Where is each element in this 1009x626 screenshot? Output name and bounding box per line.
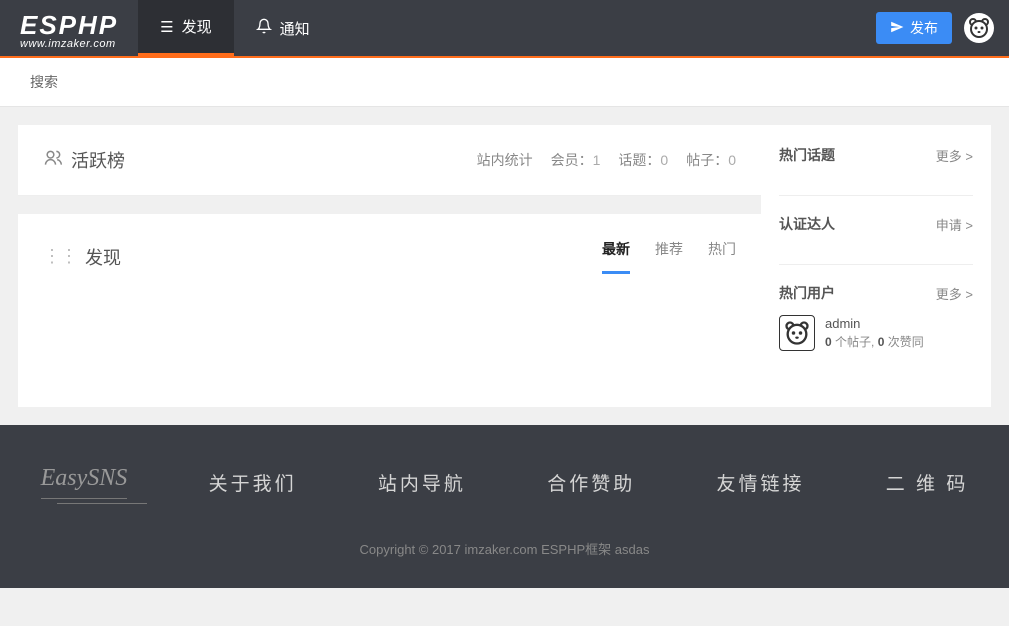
bear-icon xyxy=(967,16,991,40)
nav-item-discover[interactable]: ☰ 发现 xyxy=(138,0,233,56)
main-content: 活跃榜 站内统计 会员：1 话题：0 帖子：0 ⋮⋮ 发现 xyxy=(0,107,1009,425)
footer-link-qrcode[interactable]: 二 维 码 xyxy=(886,469,969,496)
tab-latest[interactable]: 最新 xyxy=(602,239,630,274)
footer: EasySNS 关于我们 站内导航 合作赞助 友情链接 二 维 码 Copyri… xyxy=(0,425,1009,588)
more-link[interactable]: 更多 > xyxy=(936,284,973,303)
sidebar: 热门话题 更多 > 认证达人 申请 > 热门用户 更多 > xyxy=(761,125,991,407)
user-info: admin 0 个帖子, 0 次赞同 xyxy=(825,316,924,350)
publish-label: 发布 xyxy=(910,18,938,38)
nav-item-notify[interactable]: 通知 xyxy=(234,0,332,56)
stats-label: 站内统计 xyxy=(477,150,533,170)
widget-header: 热门用户 更多 > xyxy=(779,283,973,303)
copyright: Copyright © 2017 imzaker.com ESPHP框架 asd… xyxy=(30,539,979,558)
apply-link[interactable]: 申请 > xyxy=(936,215,973,234)
posts-stat: 帖子：0 xyxy=(686,150,736,170)
widget-hot-topics: 热门话题 更多 > xyxy=(779,145,973,196)
site-logo[interactable]: ESPHP www.imzaker.com xyxy=(0,7,138,50)
footer-columns: EasySNS 关于我们 站内导航 合作赞助 友情链接 二 维 码 xyxy=(30,465,979,499)
user-name: admin xyxy=(825,316,924,331)
send-icon xyxy=(890,20,904,37)
panel-title-text: 活跃榜 xyxy=(71,147,125,173)
footer-link-friends[interactable]: 友情链接 xyxy=(716,469,804,496)
members-stat: 会员：1 xyxy=(551,150,601,170)
nav-right: 发布 xyxy=(876,12,994,44)
widget-verified: 认证达人 申请 > xyxy=(779,214,973,265)
footer-link-sponsor[interactable]: 合作赞助 xyxy=(547,469,635,496)
main-column: 活跃榜 站内统计 会员：1 话题：0 帖子：0 ⋮⋮ 发现 xyxy=(18,125,761,407)
topics-stat: 话题：0 xyxy=(618,150,668,170)
discover-tabs: 最新 推荐 热门 xyxy=(602,239,736,274)
list-icon: ☰ xyxy=(160,18,173,36)
user-avatar xyxy=(779,315,815,351)
discover-title: ⋮⋮ 发现 xyxy=(43,244,121,270)
footer-link-sitemap[interactable]: 站内导航 xyxy=(378,469,466,496)
discover-title-text: 发现 xyxy=(85,244,121,270)
users-icon xyxy=(43,148,63,173)
widget-title: 热门话题 xyxy=(779,145,835,165)
publish-button[interactable]: 发布 xyxy=(876,12,952,44)
user-avatar-button[interactable] xyxy=(964,13,994,43)
user-item[interactable]: admin 0 个帖子, 0 次赞同 xyxy=(779,315,973,351)
nav-items: ☰ 发现 通知 xyxy=(138,0,331,56)
tab-hot[interactable]: 热门 xyxy=(708,239,736,274)
widget-header: 认证达人 申请 > xyxy=(779,214,973,234)
discover-body xyxy=(18,274,761,404)
widget-header: 热门话题 更多 > xyxy=(779,145,973,165)
bell-icon xyxy=(256,18,272,38)
bear-icon xyxy=(783,319,811,347)
search-input[interactable]: 搜索 xyxy=(30,74,58,90)
logo-sub-text: www.imzaker.com xyxy=(20,38,118,50)
active-rank-header: 活跃榜 站内统计 会员：1 话题：0 帖子：0 xyxy=(18,125,761,196)
nav-item-label: 通知 xyxy=(280,18,310,39)
tab-recommend[interactable]: 推荐 xyxy=(655,239,683,274)
active-rank-title: 活跃榜 xyxy=(43,147,125,173)
widget-hot-users: 热门用户 更多 > admin 0 xyxy=(779,283,973,369)
footer-logo: EasySNS xyxy=(41,465,128,499)
user-stats: 0 个帖子, 0 次赞同 xyxy=(825,333,924,350)
dots-icon: ⋮⋮ xyxy=(43,246,77,267)
widget-title: 认证达人 xyxy=(779,214,835,234)
footer-link-about[interactable]: 关于我们 xyxy=(209,469,297,496)
widget-title: 热门用户 xyxy=(779,283,835,303)
logo-main-text: ESPHP xyxy=(20,12,118,38)
nav-left: ESPHP www.imzaker.com ☰ 发现 通知 xyxy=(0,0,332,56)
site-stats: 站内统计 会员：1 话题：0 帖子：0 xyxy=(477,150,736,170)
search-bar: 搜索 xyxy=(0,58,1009,107)
more-link[interactable]: 更多 > xyxy=(936,146,973,165)
discover-header: ⋮⋮ 发现 最新 推荐 热门 xyxy=(18,214,761,274)
top-navbar: ESPHP www.imzaker.com ☰ 发现 通知 发布 xyxy=(0,0,1009,58)
nav-item-label: 发现 xyxy=(182,16,212,37)
